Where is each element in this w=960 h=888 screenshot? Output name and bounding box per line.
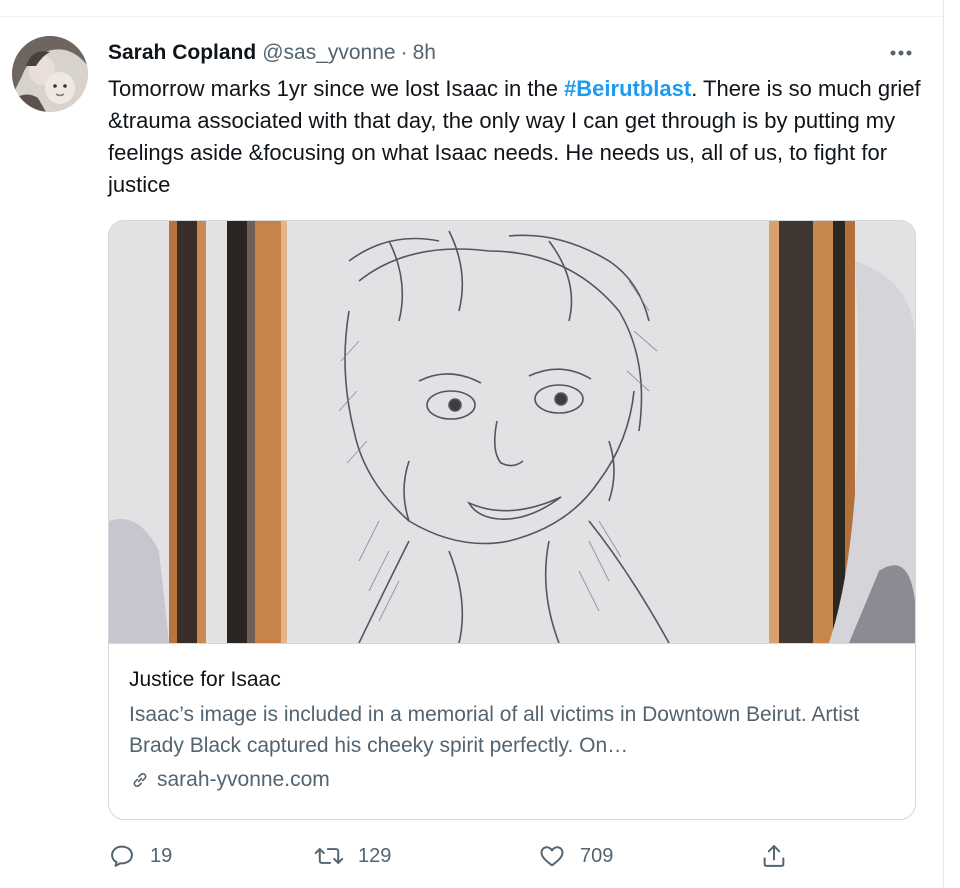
avatar[interactable] — [12, 36, 88, 112]
like-count: 709 — [580, 844, 614, 867]
card-body: Justice for Isaac Isaac’s image is inclu… — [129, 665, 899, 795]
author-name[interactable]: Sarah Copland — [108, 41, 256, 65]
share-icon — [763, 845, 785, 867]
like-button[interactable]: 709 — [538, 838, 613, 874]
share-button[interactable] — [760, 838, 788, 874]
top-divider — [0, 16, 943, 17]
link-card[interactable]: Justice for Isaac Isaac’s image is inclu… — [108, 220, 916, 820]
reply-button[interactable]: 19 — [108, 838, 172, 874]
link-icon — [133, 772, 147, 788]
column-divider — [943, 0, 944, 888]
tweet-header: Sarah Copland @sas_yvonne · 8h — [108, 38, 436, 68]
reply-icon — [111, 845, 133, 867]
more-options-button[interactable] — [880, 38, 922, 68]
avatar-photo — [12, 36, 88, 112]
card-image-sketch — [109, 221, 915, 644]
tweet-timestamp[interactable]: 8h — [413, 41, 436, 65]
card-domain: sarah-yvonne.com — [129, 765, 899, 795]
retweet-button[interactable]: 129 — [314, 838, 391, 874]
hashtag-link[interactable]: #Beirutblast — [564, 76, 691, 101]
tweet-text-start: Tomorrow marks 1yr since we lost Isaac i… — [108, 76, 565, 101]
heart-icon — [540, 846, 564, 867]
reply-count: 19 — [150, 844, 173, 867]
separator-dot: · — [400, 41, 408, 64]
more-horizontal-icon — [890, 50, 912, 56]
author-handle[interactable]: @sas_yvonne — [262, 41, 395, 65]
tweet-page: Sarah Copland @sas_yvonne · 8h Tomorrow … — [0, 0, 960, 888]
card-title: Justice for Isaac — [129, 668, 281, 691]
card-domain-text: sarah-yvonne.com — [157, 768, 330, 791]
tweet-text: Tomorrow marks 1yr since we lost Isaac i… — [108, 73, 928, 201]
action-bar: 19 129 709 — [108, 838, 808, 874]
card-description: Isaac’s image is included in a memorial … — [129, 703, 860, 757]
retweet-count: 129 — [358, 844, 392, 867]
retweet-icon — [314, 848, 344, 864]
